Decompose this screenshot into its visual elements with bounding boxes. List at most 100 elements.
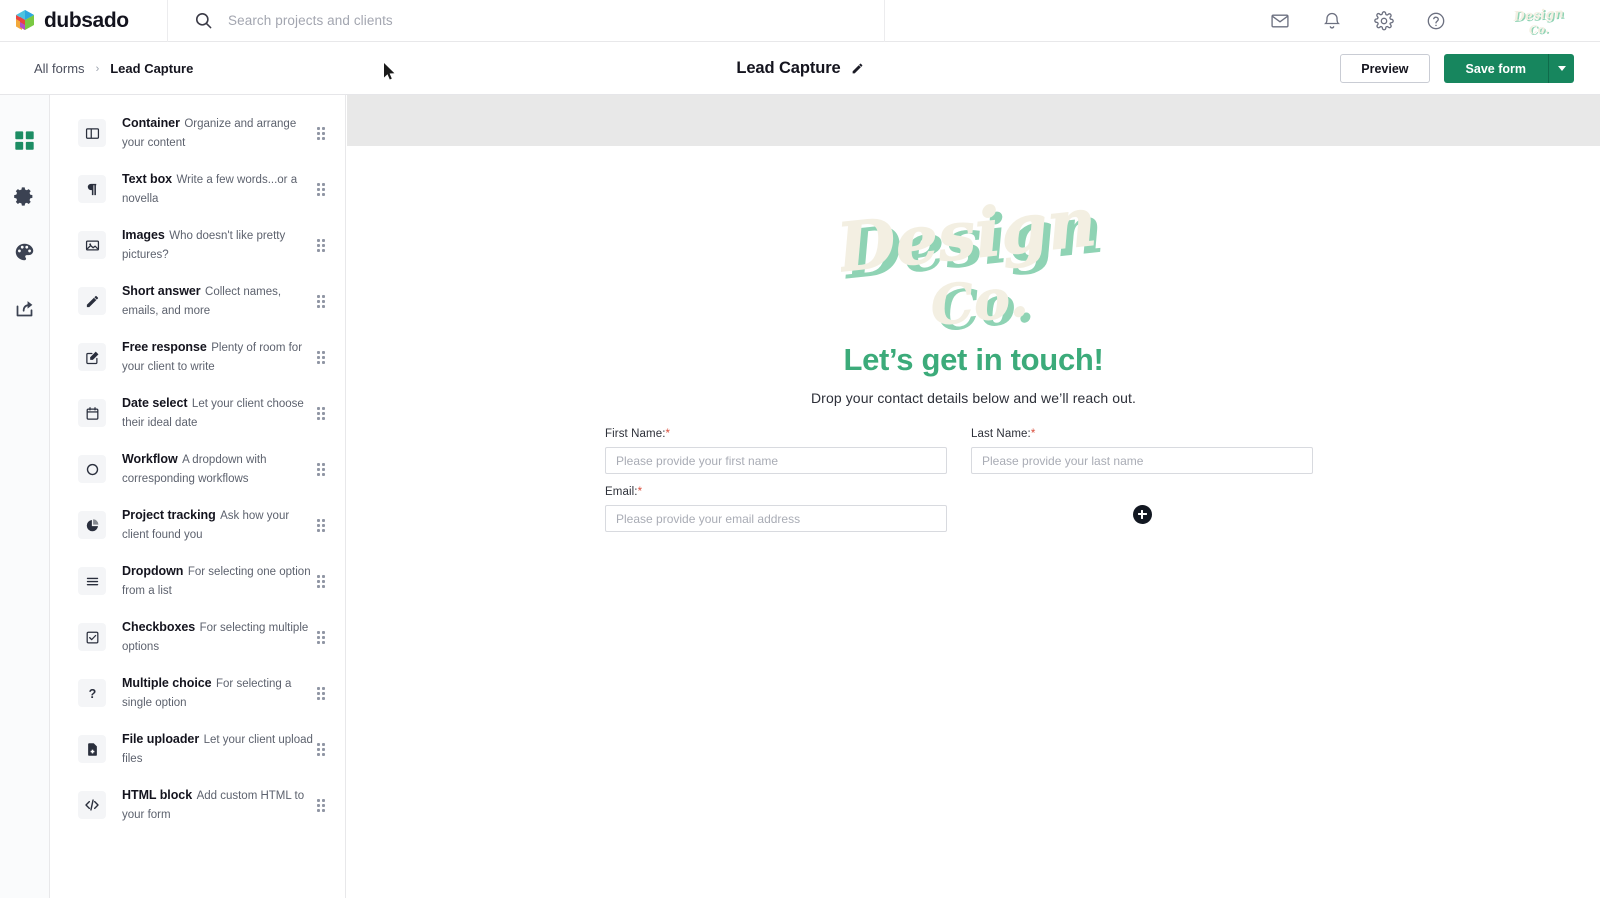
component-item-free-response[interactable]: Free response Plenty of room for your cl…	[50, 329, 345, 385]
component-item-project-tracking[interactable]: Project tracking Ask how your client fou…	[50, 497, 345, 553]
header-actions: Preview Save form	[1340, 42, 1574, 95]
search-bar[interactable]	[168, 0, 885, 42]
design-co-logo: Design Design Co. Co.	[841, 182, 1106, 342]
component-item-short-answer[interactable]: Short answer Collect names, emails, and …	[50, 273, 345, 329]
drag-handle-icon[interactable]	[317, 574, 327, 588]
save-form-button[interactable]: Save form	[1443, 54, 1548, 83]
drag-handle-icon[interactable]	[317, 238, 327, 252]
help-icon[interactable]	[1426, 11, 1446, 31]
email-input[interactable]	[605, 505, 947, 532]
component-title: Images	[122, 227, 165, 242]
component-title: Workflow	[122, 451, 178, 466]
pencil-icon[interactable]	[851, 62, 864, 75]
preview-button[interactable]: Preview	[1340, 54, 1430, 83]
save-form-group: Save form	[1443, 54, 1574, 83]
last-name-input[interactable]	[971, 447, 1313, 474]
cube-icon	[14, 9, 36, 33]
field-label-text: Email:	[605, 486, 638, 498]
svg-text:?: ?	[88, 686, 96, 700]
field-label: First Name:*	[605, 428, 947, 440]
component-title: Project tracking	[122, 507, 216, 522]
form-subheadline[interactable]: Drop your contact details below and we’l…	[347, 390, 1600, 406]
first-name-field[interactable]: First Name:*	[605, 428, 947, 474]
svg-text:Co.: Co.	[1528, 22, 1549, 36]
sidebar-item-design[interactable]	[0, 224, 50, 280]
component-title: Short answer	[122, 283, 201, 298]
component-library-panel: Container Organize and arrange your cont…	[50, 95, 346, 898]
drag-handle-icon[interactable]	[317, 294, 327, 308]
form-logo-block[interactable]: Design Design Co. Co.	[347, 179, 1600, 344]
required-marker: *	[665, 428, 671, 440]
code-icon	[78, 791, 106, 819]
component-title: Free response	[122, 339, 207, 354]
component-item-file-uploader[interactable]: File uploader Let your client upload fil…	[50, 721, 345, 777]
drag-handle-icon[interactable]	[317, 182, 327, 196]
brand-logo[interactable]: dubsado	[0, 0, 168, 42]
required-marker: *	[637, 486, 643, 498]
email-field[interactable]: Email:*	[605, 486, 947, 532]
search-icon	[194, 11, 214, 31]
component-item-dropdown[interactable]: Dropdown For selecting one option from a…	[50, 553, 345, 609]
component-item-workflow[interactable]: Workflow A dropdown with corresponding w…	[50, 441, 345, 497]
component-item-images[interactable]: Images Who doesn't like pretty pictures?	[50, 217, 345, 273]
add-field-button[interactable]	[1132, 504, 1152, 524]
component-item-date-select[interactable]: Date select Let your client choose their…	[50, 385, 345, 441]
pencil-icon	[78, 287, 106, 315]
calendar-icon	[78, 399, 106, 427]
last-name-field[interactable]: Last Name:*	[971, 428, 1313, 474]
drag-handle-icon[interactable]	[317, 406, 327, 420]
image-icon	[78, 231, 106, 259]
component-title: Multiple choice	[122, 675, 212, 690]
edit-square-icon	[78, 343, 106, 371]
page-title: Lead Capture	[736, 59, 841, 77]
checkbox-icon	[78, 623, 106, 651]
nav-icon-group: Design Design Co. Co.	[885, 0, 1600, 42]
component-title: Text box	[122, 171, 173, 186]
form-banner[interactable]	[347, 95, 1600, 146]
component-title: Container	[122, 115, 180, 130]
pie-chart-icon	[78, 511, 106, 539]
sidebar-item-builder[interactable]	[0, 112, 50, 168]
gear-icon[interactable]	[1374, 10, 1394, 31]
add-field-slot	[971, 486, 1313, 542]
component-item-html-block[interactable]: HTML block Add custom HTML to your form	[50, 777, 345, 833]
mail-icon[interactable]	[1270, 11, 1290, 31]
field-label-text: Last Name:	[971, 428, 1031, 440]
search-input[interactable]	[228, 13, 848, 28]
drag-handle-icon[interactable]	[317, 126, 327, 140]
breadcrumb-separator: ›	[95, 62, 100, 75]
sidebar-item-share[interactable]	[0, 280, 50, 336]
form-body: Design Design Co. Co. Let’s get in touch…	[347, 146, 1600, 544]
field-label-text: First Name:	[605, 428, 666, 440]
breadcrumb-all-forms[interactable]: All forms	[34, 61, 85, 76]
bell-icon[interactable]	[1322, 11, 1342, 31]
drag-handle-icon[interactable]	[317, 462, 327, 476]
account-brand-logo[interactable]: Design Design Co. Co.	[1504, 4, 1574, 38]
sidebar-item-settings[interactable]	[0, 168, 50, 224]
grid-icon	[14, 130, 35, 151]
drag-handle-icon[interactable]	[317, 630, 327, 644]
save-form-dropdown-button[interactable]	[1548, 54, 1574, 83]
share-icon	[14, 298, 35, 319]
component-item-multiple-choice[interactable]: ? Multiple choice For selecting a single…	[50, 665, 345, 721]
top-navigation-bar: dubsado Search projects and clients Desi…	[0, 0, 1600, 42]
first-name-input[interactable]	[605, 447, 947, 474]
component-item-checkboxes[interactable]: Checkboxes For selecting multiple option…	[50, 609, 345, 665]
drag-handle-icon[interactable]	[317, 686, 327, 700]
form-canvas: Design Design Co. Co. Let’s get in touch…	[347, 95, 1600, 898]
drag-handle-icon[interactable]	[317, 518, 327, 532]
component-item-container[interactable]: Container Organize and arrange your cont…	[50, 105, 345, 161]
drag-handle-icon[interactable]	[317, 798, 327, 812]
container-icon	[78, 119, 106, 147]
brand-name: dubsado	[44, 9, 129, 32]
component-item-text-box[interactable]: Text box Write a few words...or a novell…	[50, 161, 345, 217]
drag-handle-icon[interactable]	[317, 350, 327, 364]
question-icon: ?	[78, 679, 106, 707]
component-title: Dropdown	[122, 563, 184, 578]
circle-icon	[78, 455, 106, 483]
component-title: Date select	[122, 395, 188, 410]
breadcrumb-current: Lead Capture	[110, 61, 194, 76]
form-headline[interactable]: Let’s get in touch!	[347, 342, 1600, 378]
drag-handle-icon[interactable]	[317, 742, 327, 756]
palette-icon	[14, 242, 35, 263]
